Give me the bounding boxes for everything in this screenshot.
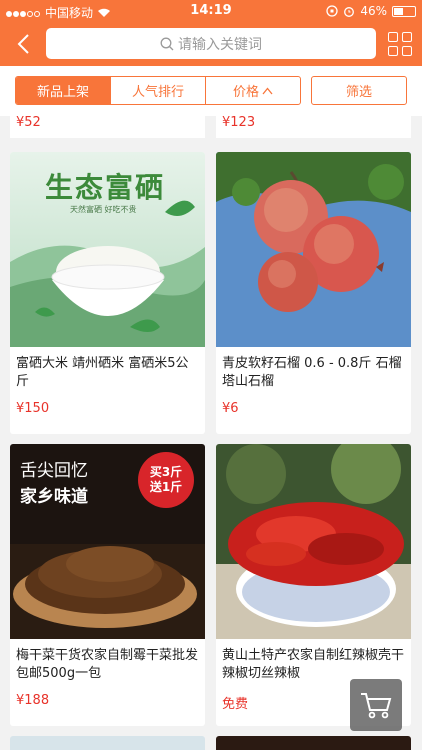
product-title: 黄山土特产农家自制红辣椒壳干辣椒切丝辣椒 xyxy=(222,648,405,681)
search-input[interactable]: 请输入关键词 xyxy=(46,28,376,59)
product-image-subtitle: 天然富硒 好吃不贵 xyxy=(70,205,137,214)
status-right: 46% xyxy=(326,4,416,18)
status-bar: 中国移动 14:19 46% xyxy=(0,0,422,22)
product-image-title: 生态富硒 xyxy=(45,171,166,204)
product-price: ¥6 xyxy=(222,401,239,416)
chevron-left-icon xyxy=(17,34,29,54)
orientation-lock-icon xyxy=(326,5,338,17)
grid-icon xyxy=(388,32,398,42)
product-price: ¥52 xyxy=(10,116,205,138)
tab-price[interactable]: 价格 xyxy=(206,77,300,104)
product-title: 富硒大米 靖州硒米 富硒米5公斤 xyxy=(16,356,189,389)
product-card[interactable] xyxy=(216,736,411,750)
product-price: ¥150 xyxy=(16,401,50,416)
product-title: 梅干菜干货农家自制霉干菜批发包邮500g一包 xyxy=(16,648,199,681)
back-button[interactable] xyxy=(10,30,36,58)
nav-bar: 请输入关键词 xyxy=(0,22,422,66)
battery-icon xyxy=(392,5,416,17)
product-image-subtitle: 家乡味道 xyxy=(20,487,88,507)
sort-tabs: 新品上架 人气排行 价格 xyxy=(15,76,301,105)
filter-bar: 新品上架 人气排行 价格 筛选 xyxy=(0,66,422,116)
promo-badge: 买3斤 送1斤 xyxy=(138,452,194,508)
product-card[interactable]: 舌尖回忆 家乡味道 买3斤 送1斤 梅干菜干货农家自制霉干菜批发包邮500g一包… xyxy=(10,444,205,726)
search-placeholder: 请输入关键词 xyxy=(178,36,262,53)
product-image: 舌尖回忆 家乡味道 买3斤 送1斤 xyxy=(10,444,205,639)
search-icon xyxy=(160,37,174,50)
chevron-up-icon xyxy=(262,86,273,94)
product-card[interactable]: 青皮软籽石榴 0.6 - 0.8斤 石榴 塔山石榴 ¥6 xyxy=(216,152,411,434)
tab-popularity[interactable]: 人气排行 xyxy=(111,77,206,104)
product-card[interactable] xyxy=(10,736,205,750)
product-image xyxy=(216,152,411,347)
product-image-title: 舌尖回忆 xyxy=(20,461,88,481)
product-price: ¥123 xyxy=(216,116,411,138)
product-grid: ¥52 ¥123 生态富硒 天然富硒 好吃不贵 富硒大米 靖州硒米 富硒米5公斤… xyxy=(0,116,422,750)
product-price: ¥188 xyxy=(16,693,50,708)
grid-view-button[interactable] xyxy=(388,32,412,56)
product-title: 青皮软籽石榴 0.6 - 0.8斤 石榴 塔山石榴 xyxy=(222,356,402,389)
product-image xyxy=(216,444,411,639)
alarm-icon xyxy=(344,7,355,17)
product-card[interactable]: 生态富硒 天然富硒 好吃不贵 富硒大米 靖州硒米 富硒米5公斤 ¥150 xyxy=(10,152,205,434)
product-image: 生态富硒 天然富硒 好吃不贵 xyxy=(10,152,205,347)
tab-new-arrivals[interactable]: 新品上架 xyxy=(16,77,111,104)
filter-button[interactable]: 筛选 xyxy=(311,76,407,105)
cart-button[interactable] xyxy=(350,679,402,731)
battery-percent: 46% xyxy=(360,4,387,18)
cart-icon xyxy=(361,693,392,719)
